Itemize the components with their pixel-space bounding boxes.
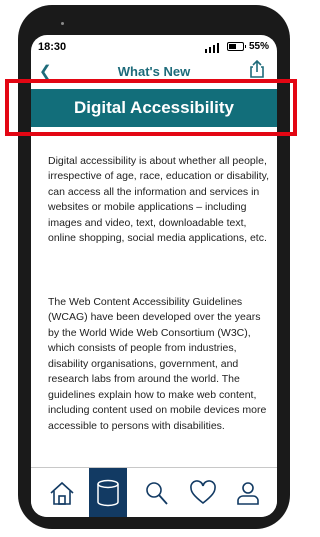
tab-database[interactable] (89, 468, 127, 517)
article-paragraph-2: The Web Content Accessibility Guidelines… (48, 295, 267, 432)
highlight-box (5, 79, 297, 136)
signal-icon (205, 43, 221, 53)
status-time: 18:30 (38, 41, 67, 53)
database-icon (97, 479, 119, 507)
battery-percent: 55% (249, 41, 270, 52)
camera-dot (61, 22, 64, 25)
tab-bar (31, 467, 277, 517)
tab-favorites[interactable] (184, 468, 222, 517)
share-icon[interactable] (249, 60, 265, 78)
tab-home[interactable] (43, 468, 81, 517)
tab-search[interactable] (137, 468, 175, 517)
heart-icon (190, 480, 216, 505)
article-paragraph-1: Digital accessibility is about whether a… (48, 154, 270, 245)
home-icon (50, 481, 74, 505)
search-icon (146, 482, 168, 505)
status-bar: 18:30 55% (31, 35, 277, 59)
tab-profile[interactable] (229, 468, 267, 517)
battery-icon (227, 42, 246, 51)
user-icon (237, 482, 259, 505)
nav-title: What's New (117, 64, 191, 79)
